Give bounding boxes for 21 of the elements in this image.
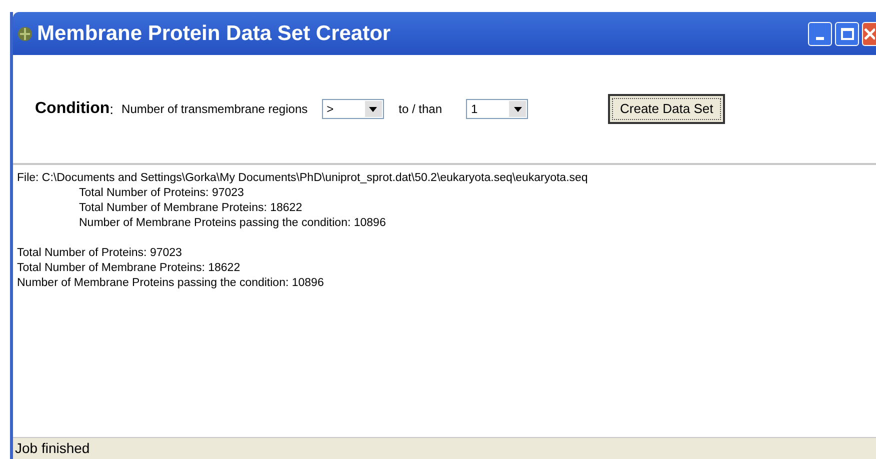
condition-label: Condition xyxy=(35,99,110,119)
colon-text: : xyxy=(110,100,114,118)
log-line: Total Number of Proteins: 97023 xyxy=(78,186,245,201)
app-icon xyxy=(17,26,33,42)
count-dropdown[interactable]: 1 xyxy=(466,99,528,119)
connector-text: to / than xyxy=(398,101,442,118)
log-line: Total Number of Membrane Proteins: 18622 xyxy=(17,261,242,276)
window-title: Membrane Protein Data Set Creator xyxy=(37,20,391,47)
create-data-set-button[interactable]: Create Data Set xyxy=(608,94,726,124)
log-line: Number of Membrane Proteins passing the condition: 10896 xyxy=(17,276,325,291)
log-line: File: C:\Documents and Settings\Gorka\My Documents\PhD\uniprot_sprot.dat\50.2\eukaryota.seq\eukaryota.seq xyxy=(17,171,589,186)
close-icon xyxy=(863,26,875,40)
log-line: Total Number of Proteins: 97023 xyxy=(17,246,183,261)
close-button[interactable] xyxy=(862,22,876,46)
status-text: Job finished xyxy=(15,439,90,458)
operator-dropdown[interactable]: > xyxy=(322,99,384,119)
maximize-button[interactable] xyxy=(835,22,859,46)
minimize-button[interactable] xyxy=(808,22,832,46)
description-text: Number of transmembrane regions xyxy=(122,101,308,118)
log-line: Number of Membrane Proteins passing the condition: 10896 xyxy=(78,216,387,231)
log-line: Total Number of Membrane Proteins: 18622 xyxy=(78,201,304,216)
